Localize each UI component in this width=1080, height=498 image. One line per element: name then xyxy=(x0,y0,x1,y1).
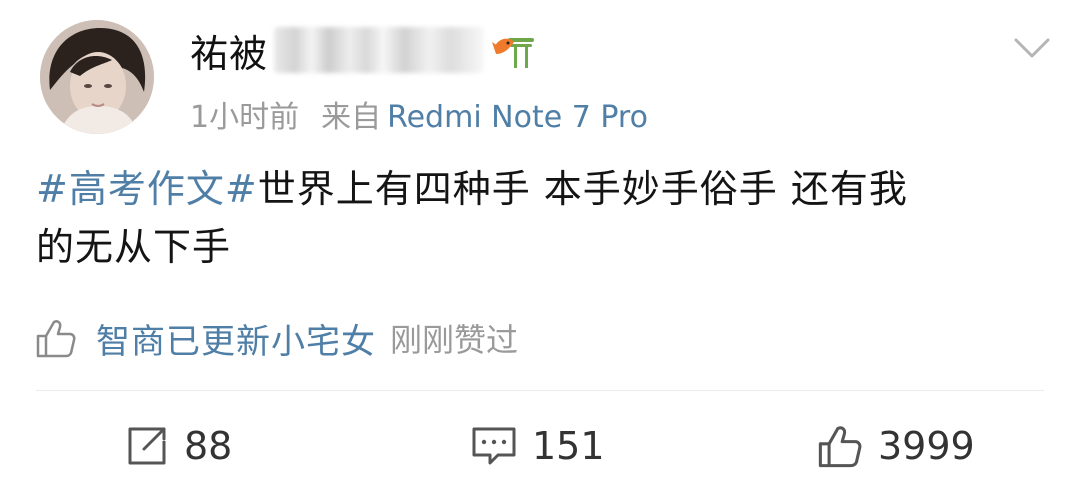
like-count: 3999 xyxy=(878,424,975,468)
author-name[interactable]: 祐被 xyxy=(190,23,268,78)
post-source: 来自 Redmi Note 7 Pro xyxy=(321,92,648,136)
like-note-suffix: 刚刚赞过 xyxy=(390,321,519,359)
post-time: 1小时前 xyxy=(190,100,300,135)
post-content: #高考作文#世界上有四种手 本手妙手俗手 还有我 的无从下手 xyxy=(36,160,1036,276)
repost-icon xyxy=(128,427,166,465)
post-text-line1: 世界上有四种手 本手妙手俗手 还有我 xyxy=(257,167,908,211)
thumbs-up-icon xyxy=(36,320,76,358)
author-name-obscured xyxy=(274,27,485,73)
fish-torii-badge-icon xyxy=(492,38,535,68)
username-row: 祐被 xyxy=(190,18,536,82)
action-bar: 88 151 3999 xyxy=(0,415,1080,477)
post-text-line2: 的无从下手 xyxy=(36,225,232,269)
comment-button[interactable]: 151 xyxy=(470,415,605,477)
source-label: 来自 xyxy=(321,100,382,135)
comment-count: 151 xyxy=(532,424,605,468)
avatar[interactable] xyxy=(40,20,154,134)
thumbs-up-icon xyxy=(818,426,862,468)
comment-icon xyxy=(472,427,516,465)
post-meta: 1小时前 来自 Redmi Note 7 Pro xyxy=(190,92,648,136)
divider xyxy=(36,390,1044,391)
hashtag-link[interactable]: #高考作文# xyxy=(36,167,258,211)
avatar-image xyxy=(40,20,154,134)
repost-button[interactable]: 88 xyxy=(124,415,232,477)
like-note: 智商已更新小宅女 刚刚赞过 xyxy=(34,312,518,364)
like-user-link[interactable]: 智商已更新小宅女 xyxy=(96,314,376,363)
repost-count: 88 xyxy=(184,424,233,468)
like-button[interactable]: 3999 xyxy=(816,415,975,477)
source-device[interactable]: Redmi Note 7 Pro xyxy=(387,100,648,135)
chevron-down-icon[interactable] xyxy=(1010,26,1054,70)
